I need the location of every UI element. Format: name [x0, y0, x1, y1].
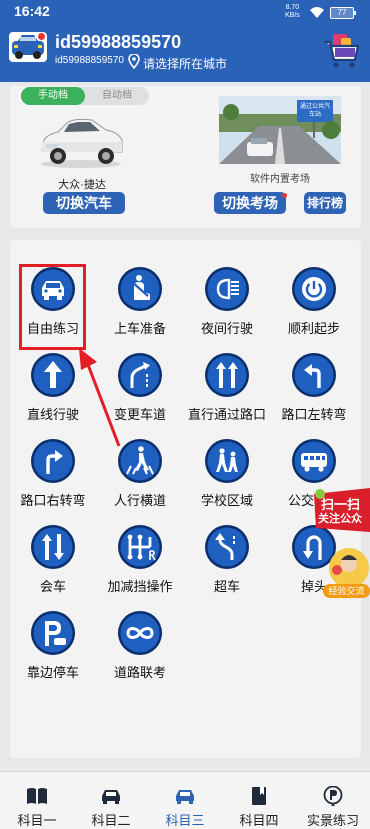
practice-label: 加减挡操作	[107, 579, 173, 594]
overtake-icon	[204, 524, 250, 570]
practice-label: 路口左转弯	[281, 407, 347, 422]
tab-label: 实景练习	[306, 813, 359, 828]
practice-smooth-start[interactable]: 顺利起步	[272, 266, 356, 337]
location-p-icon	[323, 786, 343, 806]
practice-label: 超车	[213, 579, 240, 594]
practice-label: 学校区域	[200, 493, 253, 508]
practice-night-driving[interactable]: 夜间行驶	[185, 266, 269, 337]
two-way-icon	[30, 524, 76, 570]
car-model-name: 大众·捷达	[58, 179, 106, 191]
tab-label: 科目二	[91, 813, 131, 828]
scan-follow-badge[interactable]: 扫一扫 关注公众	[312, 484, 370, 536]
network-speed: 8.70 KB/s	[285, 4, 300, 20]
shopping-cart-icon[interactable]	[321, 30, 361, 70]
tab-manual[interactable]: 手动档	[21, 87, 85, 105]
infinity-icon	[117, 610, 163, 656]
status-time: 16:42	[14, 3, 50, 19]
wifi-icon	[310, 7, 324, 18]
scene-sign-text: 通过公共汽车站	[299, 104, 330, 118]
switch-car-button[interactable]: 切换汽车	[43, 192, 125, 214]
practice-label: 上车准备	[113, 321, 166, 336]
car-icon	[176, 790, 194, 804]
avatar[interactable]	[9, 32, 47, 62]
experience-exchange-badge[interactable]: 经验交流	[323, 544, 370, 600]
practice-label: 夜间行驶	[200, 321, 253, 336]
test-scene-photo: 通过公共汽车站	[219, 96, 341, 164]
tab-label: 科目一	[17, 813, 57, 828]
location-pin-icon[interactable]	[128, 54, 140, 69]
car-icon	[102, 790, 120, 804]
practice-label: 道路联考	[113, 665, 166, 680]
practice-straight-intersection[interactable]: 直行通过路口	[185, 352, 269, 423]
practice-road-test[interactable]: 道路联考	[98, 610, 182, 681]
turn-right-icon	[30, 438, 76, 484]
tab-subject-two[interactable]: 科目二	[74, 772, 148, 829]
tab-automatic[interactable]: 自动档	[85, 87, 149, 105]
tab-real-scene[interactable]: 实景练习	[296, 772, 370, 829]
network-speed-unit: KB/s	[285, 12, 300, 19]
scan-badge-line2: 关注公众	[318, 513, 362, 525]
ranking-button[interactable]: 排行榜	[304, 192, 346, 214]
switch-scene-button[interactable]: 切换考场	[214, 192, 286, 214]
app-header: 16:42 8.70 KB/s 77 id59988859570 id59988…	[0, 0, 370, 82]
parking-icon	[30, 610, 76, 656]
tab-subject-one[interactable]: 科目一	[0, 772, 74, 829]
turn-left-icon	[291, 352, 337, 398]
highlight-box	[19, 264, 86, 350]
tab-label: 科目四	[239, 813, 279, 828]
city-selector[interactable]: 请选择所在城市	[143, 55, 227, 72]
practice-meeting-cars[interactable]: 会车	[11, 524, 95, 595]
straight-lanes-icon	[204, 352, 250, 398]
experience-exchange-icon	[329, 548, 369, 588]
tab-label: 科目三	[165, 813, 205, 828]
gear-shift-icon	[117, 524, 163, 570]
annotation-arrow-icon	[79, 348, 121, 447]
practice-label: 路口右转弯	[20, 493, 86, 508]
practice-label: 会车	[39, 579, 66, 594]
practice-label: 靠边停车	[26, 665, 79, 680]
school-icon	[204, 438, 250, 484]
practice-label: 顺利起步	[287, 321, 340, 336]
user-id: id59988859570	[55, 55, 124, 66]
practice-pull-over[interactable]: 靠边停车	[11, 610, 95, 681]
practice-label: 直行通过路口	[187, 407, 266, 422]
arrow-up-icon	[30, 352, 76, 398]
power-icon	[291, 266, 337, 312]
scene-caption: 软件内置考场	[250, 174, 310, 185]
experience-exchange-label: 经验交流	[323, 584, 370, 598]
bottom-nav: 科目一 科目二 科目三 科目四 实景练习	[0, 771, 370, 829]
headlight-icon	[204, 266, 250, 312]
practice-overtaking[interactable]: 超车	[185, 524, 269, 595]
user-name: id59988859570	[55, 32, 182, 52]
car-photo	[41, 118, 123, 168]
status-bar: 16:42 8.70 KB/s 77	[0, 0, 370, 26]
tab-subject-three[interactable]: 科目三	[148, 772, 222, 829]
practice-gear-shift[interactable]: 加减挡操作	[98, 524, 182, 595]
battery-icon: 77	[330, 7, 356, 19]
book-icon	[27, 788, 47, 804]
scene-new-dot	[282, 193, 287, 198]
seatbelt-icon	[117, 266, 163, 312]
notification-dot	[38, 33, 45, 40]
practice-school-zone[interactable]: 学校区域	[185, 438, 269, 509]
bus-icon	[291, 438, 337, 484]
practice-left-turn[interactable]: 路口左转弯	[272, 352, 356, 423]
practice-label: 人行横道	[113, 493, 166, 508]
practice-boarding-prep[interactable]: 上车准备	[98, 266, 182, 337]
tab-subject-four[interactable]: 科目四	[222, 772, 296, 829]
network-speed-value: 8.70	[285, 4, 300, 11]
bookmark-book-icon	[252, 787, 266, 805]
